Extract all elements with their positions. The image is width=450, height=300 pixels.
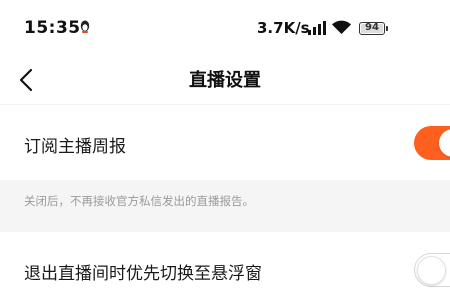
- weekly-report-toggle[interactable]: [414, 126, 450, 160]
- setting-label-floating-window: 退出直播间时优先切换至悬浮窗: [24, 264, 262, 284]
- status-bar: 15:35 3.7K/s 94: [0, 0, 450, 56]
- hint-text: 关闭后，不再接收官方私信发出的直播报告。: [24, 194, 254, 208]
- battery-cap: [386, 26, 388, 31]
- page-title: 直播设置: [189, 70, 261, 91]
- toggle-knob: [416, 255, 446, 285]
- battery-icon: 94: [359, 22, 385, 35]
- status-time: 15:35: [24, 18, 81, 38]
- setting-row-floating-window: 退出直播间时优先切换至悬浮窗: [0, 232, 450, 300]
- wifi-icon: [332, 20, 351, 34]
- setting-row-weekly-report: 订阅主播周报: [0, 105, 450, 180]
- notification-icon: [80, 20, 90, 33]
- signal-icon: [308, 21, 326, 35]
- floating-window-toggle[interactable]: [414, 253, 450, 287]
- setting-label-weekly-report: 订阅主播周报: [24, 137, 126, 157]
- nav-bar: 直播设置: [0, 56, 450, 104]
- hint-section: 关闭后，不再接收官方私信发出的直播报告。: [0, 180, 450, 232]
- battery-level: 94: [365, 22, 379, 33]
- toggle-knob: [439, 129, 450, 157]
- network-speed: 3.7K/s: [257, 19, 310, 37]
